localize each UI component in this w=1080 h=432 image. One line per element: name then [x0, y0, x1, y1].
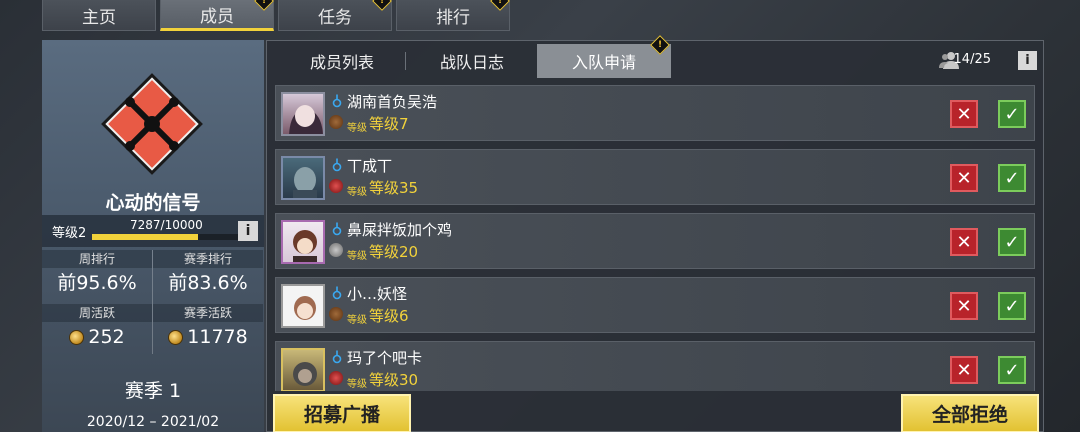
male-icon	[332, 285, 342, 304]
avatar[interactable]	[281, 220, 325, 264]
exp-progress-bar	[92, 234, 238, 240]
avatar[interactable]	[281, 92, 325, 136]
alert-icon: !	[490, 0, 510, 11]
reject-button[interactable]: ✕	[950, 164, 978, 192]
accept-button[interactable]: ✓	[998, 100, 1026, 128]
reject-all-button[interactable]: 全部拒绝	[901, 394, 1039, 432]
reject-button[interactable]: ✕	[950, 356, 978, 384]
tab-team-log[interactable]: 战队日志	[407, 44, 537, 78]
male-icon	[332, 157, 342, 176]
tab-tasks[interactable]: 任务 !	[278, 0, 392, 31]
weekly-rank-stat: 周排行 前95.6%	[42, 250, 152, 298]
tab-ranking[interactable]: 排行 !	[396, 0, 510, 31]
rank-icon	[329, 115, 343, 129]
team-emblem-icon	[94, 66, 210, 182]
recruit-broadcast-button[interactable]: 招募广播	[273, 394, 411, 432]
exp-progress-fill	[92, 234, 199, 240]
exp-text: 7287/10000	[130, 218, 203, 232]
applicant-level: 等级6	[369, 307, 409, 325]
list-item: 丅成丅 等级 等级35 ✕ ✓	[275, 149, 1035, 205]
weekly-active-stat: 周活跃 252	[42, 304, 152, 352]
team-name: 心动的信号	[105, 192, 201, 214]
applicant-name: 鼻屎拌饭加个鸡	[347, 221, 453, 239]
season-rank-stat: 赛季排行 前83.6%	[153, 250, 263, 298]
rank-icon	[329, 307, 343, 321]
avatar[interactable]	[281, 348, 325, 391]
list-item: 小…妖怪 等级 等级6 ✕ ✓	[275, 277, 1035, 333]
alert-icon: !	[254, 0, 274, 11]
top-tab-bar: 主页 成员 ! 任务 ! 排行 !	[42, 0, 510, 31]
list-item: 玛了个吧卡 等级 等级30 ✕ ✓	[275, 341, 1035, 391]
applicant-name: 玛了个吧卡	[347, 349, 423, 367]
applicant-name: 湖南首负吴浩	[347, 93, 438, 111]
tab-members[interactable]: 成员 !	[160, 0, 274, 31]
season-range: 2020/12 – 2021/02	[86, 414, 220, 430]
activity-coin-icon	[168, 329, 184, 345]
rank-icon	[329, 243, 343, 257]
male-icon	[332, 349, 342, 368]
accept-button[interactable]: ✓	[998, 292, 1026, 320]
reject-button[interactable]: ✕	[950, 100, 978, 128]
accept-button[interactable]: ✓	[998, 164, 1026, 192]
level-info-button[interactable]: i	[238, 221, 258, 241]
member-count: 14/25	[953, 52, 991, 67]
team-level-label: 等级2	[52, 225, 87, 241]
list-item: 鼻屎拌饭加个鸡 等级 等级20 ✕ ✓	[275, 213, 1035, 269]
member-panel: 成员列表 战队日志 入队申请 ! 14/25 i 湖南首负吴浩 等级 等级7 ✕…	[266, 35, 1044, 432]
reject-button[interactable]: ✕	[950, 292, 978, 320]
tab-join-requests[interactable]: 入队申请	[537, 44, 671, 78]
avatar[interactable]	[281, 284, 325, 328]
male-icon	[332, 93, 342, 112]
activity-coin-icon	[69, 329, 85, 345]
male-icon	[332, 221, 342, 240]
season-label: 赛季 1	[124, 380, 182, 402]
applicant-name: 丅成丅	[347, 157, 393, 175]
applicant-list[interactable]: 湖南首负吴浩 等级 等级7 ✕ ✓ 丅成丅 等级 等级35 ✕ ✓ 鼻屎拌饭加个…	[275, 85, 1035, 391]
reject-button[interactable]: ✕	[950, 228, 978, 256]
members-info-button[interactable]: i	[1018, 51, 1037, 70]
tab-member-list[interactable]: 成员列表	[277, 44, 407, 78]
applicant-name: 小…妖怪	[347, 285, 408, 303]
avatar[interactable]	[281, 156, 325, 200]
applicant-level: 等级35	[369, 179, 419, 197]
list-item: 湖南首负吴浩 等级 等级7 ✕ ✓	[275, 85, 1035, 141]
accept-button[interactable]: ✓	[998, 228, 1026, 256]
team-level-bar: 等级2 7287/10000 i	[42, 215, 264, 247]
accept-button[interactable]: ✓	[998, 356, 1026, 384]
sub-tab-bar: 成员列表 战队日志 入队申请 ! 14/25 i	[267, 35, 1043, 80]
applicant-level: 等级7	[369, 115, 409, 133]
applicant-level: 等级30	[369, 371, 419, 389]
rank-icon	[329, 179, 343, 193]
divider	[405, 52, 406, 70]
rank-icon	[329, 371, 343, 385]
alert-icon: !	[372, 0, 392, 11]
applicant-level: 等级20	[369, 243, 419, 261]
team-info-panel: 心动的信号 等级2 7287/10000 i 周排行 前95.6% 赛季排行 前…	[42, 40, 264, 432]
tab-home[interactable]: 主页	[42, 0, 156, 31]
season-active-stat: 赛季活跃 11778	[153, 304, 263, 352]
